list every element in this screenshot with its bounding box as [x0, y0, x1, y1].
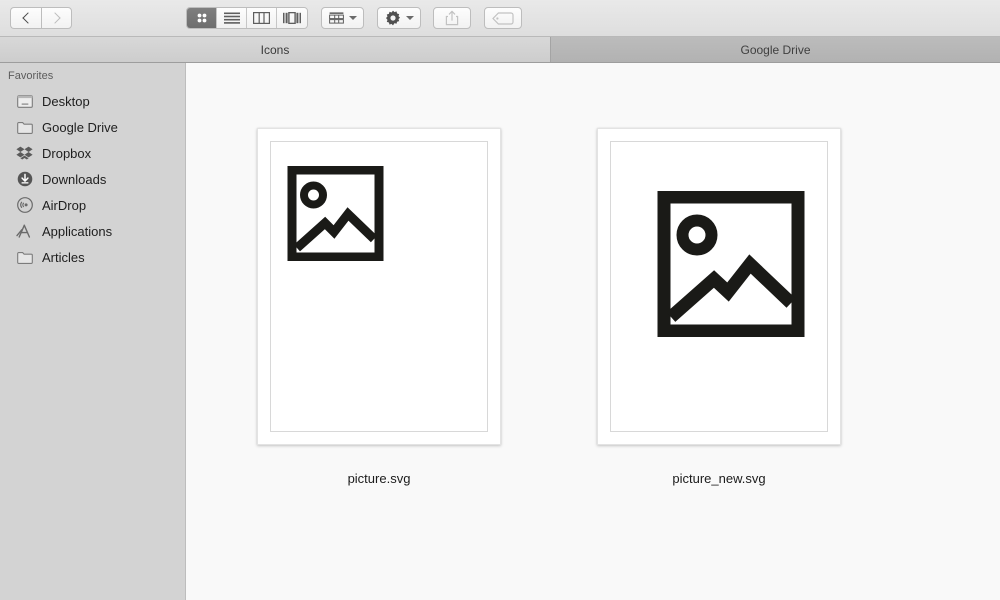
back-button[interactable]: [10, 7, 41, 29]
sidebar-section-favorites: Favorites: [8, 70, 54, 82]
airdrop-icon: [16, 197, 33, 214]
sidebar-item-label: Applications: [42, 223, 113, 239]
sidebar-item-downloads[interactable]: Downloads: [0, 166, 185, 192]
downloads-icon: [16, 171, 33, 188]
image-placeholder-icon: [287, 166, 384, 261]
gear-icon: [386, 10, 400, 26]
file-name-label: picture_new.svg: [672, 471, 766, 486]
sidebar-item-google-drive[interactable]: Google Drive: [0, 114, 185, 140]
arrange-by-button[interactable]: [321, 7, 364, 29]
sidebar-item-label: Google Drive: [42, 119, 118, 135]
coverflow-view-icon: [283, 12, 301, 24]
view-mode-segmented-control: [186, 7, 308, 29]
applications-icon: [16, 223, 33, 240]
image-placeholder-icon: [657, 191, 805, 337]
folder-icon: [16, 249, 33, 266]
view-mode-icon-button[interactable]: [187, 8, 217, 28]
tag-icon: [492, 11, 514, 25]
forward-button[interactable]: [41, 7, 72, 29]
file-thumbnail[interactable]: [257, 128, 501, 445]
sidebar-item-airdrop[interactable]: AirDrop: [0, 192, 185, 218]
sidebar-item-label: Articles: [42, 249, 85, 265]
window-body: Favorites Desktop Google Drive Dropbox D…: [0, 63, 1000, 600]
list-view-icon: [223, 12, 240, 24]
file-name-label: picture.svg: [347, 471, 411, 486]
tab-google-drive[interactable]: Google Drive: [551, 37, 1000, 62]
file-thumbnail[interactable]: [597, 128, 841, 445]
column-view-icon: [253, 12, 270, 24]
tab-google-drive-label: Google Drive: [740, 42, 811, 57]
sidebar-item-desktop[interactable]: Desktop: [0, 88, 185, 114]
sidebar-item-label: Downloads: [42, 171, 107, 187]
chevron-left-icon: [21, 12, 34, 24]
view-mode-column-button[interactable]: [247, 8, 277, 28]
file-item[interactable]: picture_new.svg: [597, 128, 841, 486]
tag-button[interactable]: [484, 7, 522, 29]
file-preview: [610, 141, 828, 432]
sidebar-item-applications[interactable]: Applications: [0, 218, 185, 244]
action-menu-button[interactable]: [377, 7, 421, 29]
toolbar: [0, 0, 1000, 37]
view-mode-coverflow-button[interactable]: [277, 8, 307, 28]
chevron-right-icon: [49, 12, 61, 24]
tab-icons-label: Icons: [260, 42, 290, 57]
sidebar-item-articles[interactable]: Articles: [0, 244, 185, 270]
sidebar: Favorites Desktop Google Drive Dropbox D…: [0, 63, 186, 600]
file-preview: [270, 141, 488, 432]
arrange-grid-icon: [329, 11, 344, 24]
sidebar-item-label: Desktop: [42, 93, 90, 109]
chevron-down-icon: [406, 16, 414, 20]
view-mode-list-button[interactable]: [217, 8, 247, 28]
desktop-icon: [16, 93, 33, 110]
sidebar-item-dropbox[interactable]: Dropbox: [0, 140, 185, 166]
share-icon: [445, 10, 459, 26]
sidebar-item-label: Dropbox: [42, 145, 92, 161]
grid-view-icon: [197, 13, 206, 23]
share-button[interactable]: [433, 7, 471, 29]
sidebar-item-label: AirDrop: [42, 197, 87, 213]
file-grid: picture.svg picture_new.svg: [186, 63, 1000, 600]
chevron-down-icon: [349, 16, 357, 20]
folder-icon: [16, 119, 33, 136]
file-item[interactable]: picture.svg: [257, 128, 501, 486]
tab-icons[interactable]: Icons: [0, 37, 551, 62]
dropbox-icon: [16, 145, 33, 162]
navigation-button-group: [10, 7, 72, 29]
tab-bar: Icons Google Drive: [0, 37, 1000, 63]
finder-window: Icons Google Drive Favorites Desktop Goo…: [0, 0, 1000, 600]
